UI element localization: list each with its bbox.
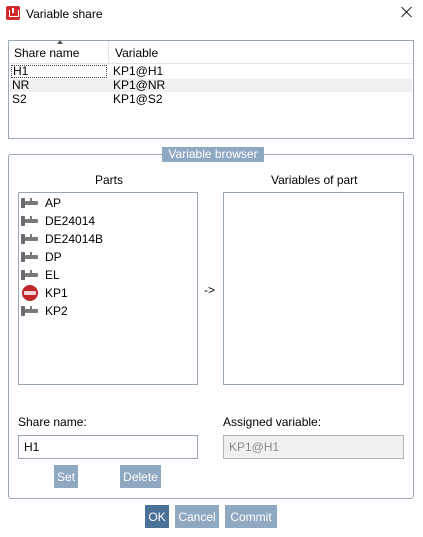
- share-name-input[interactable]: H1: [18, 435, 198, 459]
- table-header: Share name Variable: [9, 40, 413, 64]
- cell-share-name: S2: [12, 92, 27, 106]
- app-logo-icon: [6, 6, 20, 20]
- list-item[interactable]: AP: [21, 194, 191, 212]
- column-header-variable[interactable]: Variable: [115, 46, 158, 60]
- part-label: AP: [45, 196, 62, 210]
- part-icon: [21, 197, 39, 209]
- list-item[interactable]: DP: [21, 248, 191, 266]
- sort-ascending-icon: [57, 40, 64, 44]
- list-item[interactable]: DE24014: [21, 212, 191, 230]
- part-icon: [21, 215, 39, 227]
- window-title: Variable share: [26, 7, 103, 21]
- ok-button[interactable]: OK: [145, 505, 169, 528]
- set-button[interactable]: Set: [54, 465, 78, 488]
- parts-list[interactable]: AP DE24014 DE24014B DP EL KP1 KP2: [18, 192, 198, 385]
- list-item[interactable]: DE24014B: [21, 230, 191, 248]
- share-table[interactable]: Share name Variable H1 KP1@H1 NR KP1@NR …: [8, 40, 414, 139]
- list-item[interactable]: KP2: [21, 302, 191, 320]
- share-name-label: Share name:: [18, 415, 87, 429]
- part-label: DE24014: [45, 214, 96, 228]
- cell-share-name: H1: [11, 65, 107, 78]
- list-item[interactable]: EL: [21, 266, 191, 284]
- transfer-arrow: ->: [204, 283, 216, 297]
- delete-button[interactable]: Delete: [120, 465, 161, 488]
- list-item[interactable]: KP1: [21, 284, 191, 302]
- part-icon: [21, 233, 39, 245]
- column-header-share-name[interactable]: Share name: [14, 46, 79, 60]
- part-icon: [21, 305, 39, 317]
- column-divider[interactable]: [108, 41, 109, 63]
- cell-variable: KP1@NR: [113, 78, 166, 92]
- assigned-variable-label: Assigned variable:: [223, 415, 322, 429]
- close-icon[interactable]: [399, 4, 415, 20]
- part-label: DP: [45, 250, 62, 264]
- table-row[interactable]: S2 KP1@S2: [10, 93, 412, 106]
- active-part-icon: [22, 285, 38, 301]
- part-label: EL: [45, 268, 60, 282]
- commit-button[interactable]: Commit: [225, 505, 277, 528]
- variables-of-part-label: Variables of part: [271, 173, 358, 187]
- cancel-button[interactable]: Cancel: [175, 505, 219, 528]
- part-icon: [21, 251, 39, 263]
- part-label: DE24014B: [45, 232, 104, 246]
- part-icon: [21, 269, 39, 281]
- cell-variable: KP1@H1: [113, 64, 164, 78]
- cell-variable: KP1@S2: [113, 92, 163, 106]
- variable-browser-legend: Variable browser: [162, 147, 264, 162]
- parts-label: Parts: [95, 173, 124, 187]
- part-label: KP1: [45, 286, 68, 300]
- assigned-variable-field: KP1@H1: [223, 435, 404, 459]
- part-label: KP2: [45, 304, 68, 318]
- table-row[interactable]: H1 KP1@H1: [10, 65, 412, 78]
- cell-share-name: NR: [12, 78, 30, 92]
- table-row[interactable]: NR KP1@NR: [10, 79, 412, 92]
- title-bar: Variable share: [0, 0, 423, 30]
- variables-of-part-list[interactable]: [223, 192, 404, 385]
